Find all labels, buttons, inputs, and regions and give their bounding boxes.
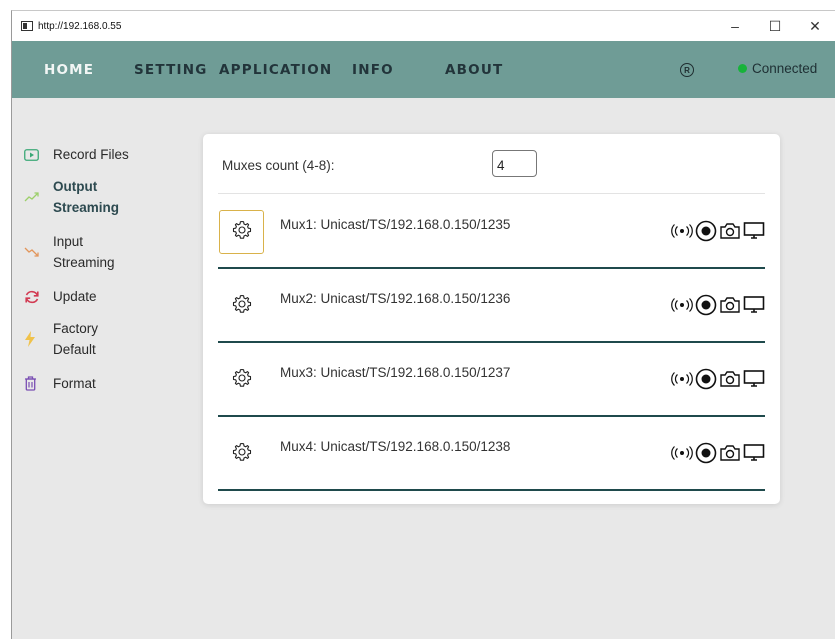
close-button[interactable]: ✕ — [795, 11, 835, 41]
top-navbar: HOME SETTING APPLICATION INFO ABOUT R Co… — [12, 41, 835, 98]
sidebar-item-output-streaming[interactable]: Output Streaming — [24, 176, 144, 218]
window-title: http://192.168.0.55 — [38, 20, 122, 32]
sidebar-item-label: Input Streaming — [53, 234, 115, 270]
mux-actions — [669, 294, 765, 316]
monitor-icon[interactable] — [743, 295, 765, 315]
window-controls: – ☐ ✕ — [715, 11, 835, 41]
mux-row: Mux1: Unicast/TS/192.168.0.150/1235 — [218, 195, 765, 269]
play-square-icon — [24, 144, 44, 165]
mux-row: Mux2: Unicast/TS/192.168.0.150/1236 — [218, 269, 765, 343]
mux-label: Mux3: Unicast/TS/192.168.0.150/1237 — [280, 365, 511, 380]
mux-row: Mux4: Unicast/TS/192.168.0.150/1238 — [218, 417, 765, 491]
mux-label: Mux4: Unicast/TS/192.168.0.150/1238 — [280, 439, 511, 454]
sidebar-item-label: Record Files — [53, 147, 129, 162]
lightning-icon — [24, 328, 44, 349]
camera-icon[interactable] — [719, 222, 741, 240]
mux-actions — [669, 368, 765, 390]
input-trend-icon — [24, 241, 44, 262]
camera-icon[interactable] — [719, 370, 741, 388]
maximize-button[interactable]: ☐ — [755, 11, 795, 41]
camera-icon[interactable] — [719, 444, 741, 462]
sidebar-item-input-streaming[interactable]: Input Streaming — [24, 231, 144, 273]
sidebar-item-record-files[interactable]: Record Files — [24, 144, 129, 165]
nav-home[interactable]: HOME — [44, 62, 94, 78]
status-dot-icon — [738, 64, 747, 73]
monitor-icon[interactable] — [743, 369, 765, 389]
muxes-count-label: Muxes count (4-8): — [222, 158, 335, 173]
nav-info[interactable]: INFO — [352, 62, 394, 78]
mux-settings-button[interactable] — [219, 432, 264, 476]
app-window: http://192.168.0.55 – ☐ ✕ HOME SETTING A… — [11, 10, 835, 639]
trash-icon — [24, 373, 44, 394]
connection-status: Connected — [738, 61, 817, 76]
record-icon[interactable] — [695, 294, 717, 316]
mux-label: Mux2: Unicast/TS/192.168.0.150/1236 — [280, 291, 511, 306]
gear-icon — [232, 368, 252, 393]
broadcast-icon[interactable] — [671, 372, 693, 386]
registered-logo-icon: R — [680, 63, 694, 77]
mux-settings-button[interactable] — [219, 358, 264, 402]
gear-icon — [232, 220, 252, 245]
gear-icon — [232, 294, 252, 319]
refresh-icon — [24, 286, 44, 307]
monitor-icon[interactable] — [743, 221, 765, 241]
minimize-button[interactable]: – — [715, 11, 755, 41]
sidebar-item-label: Factory Default — [53, 321, 99, 357]
sidebar-item-factory-default[interactable]: Factory Default — [24, 318, 144, 360]
divider — [218, 193, 765, 194]
sidebar-item-label: Update — [53, 289, 97, 304]
mux-label: Mux1: Unicast/TS/192.168.0.150/1235 — [280, 217, 511, 232]
broadcast-icon[interactable] — [671, 298, 693, 312]
output-trend-icon — [24, 186, 44, 207]
muxes-count-input[interactable] — [492, 150, 537, 177]
mux-settings-button[interactable] — [219, 284, 264, 328]
broadcast-icon[interactable] — [671, 446, 693, 460]
record-icon[interactable] — [695, 442, 717, 464]
sidebar-item-label: Output Streaming — [53, 179, 120, 215]
output-streaming-panel: Muxes count (4-8): Mux1: Unicast/TS/192.… — [203, 134, 780, 504]
title-bar: http://192.168.0.55 – ☐ ✕ — [12, 11, 835, 41]
record-icon[interactable] — [695, 220, 717, 242]
sidebar-item-update[interactable]: Update — [24, 286, 97, 307]
broadcast-icon[interactable] — [671, 224, 693, 238]
app-icon — [21, 21, 33, 31]
row-divider — [218, 489, 765, 491]
gear-icon — [232, 442, 252, 467]
nav-application[interactable]: APPLICATION — [219, 62, 332, 78]
record-icon[interactable] — [695, 368, 717, 390]
nav-setting[interactable]: SETTING — [134, 62, 207, 78]
sidebar-item-label: Format — [53, 376, 96, 391]
nav-about[interactable]: ABOUT — [445, 62, 503, 78]
mux-actions — [669, 442, 765, 464]
sidebar-item-format[interactable]: Format — [24, 373, 96, 394]
mux-row: Mux3: Unicast/TS/192.168.0.150/1237 — [218, 343, 765, 417]
status-label: Connected — [752, 61, 818, 76]
mux-actions — [669, 220, 765, 242]
monitor-icon[interactable] — [743, 443, 765, 463]
camera-icon[interactable] — [719, 296, 741, 314]
mux-settings-button[interactable] — [219, 210, 264, 254]
